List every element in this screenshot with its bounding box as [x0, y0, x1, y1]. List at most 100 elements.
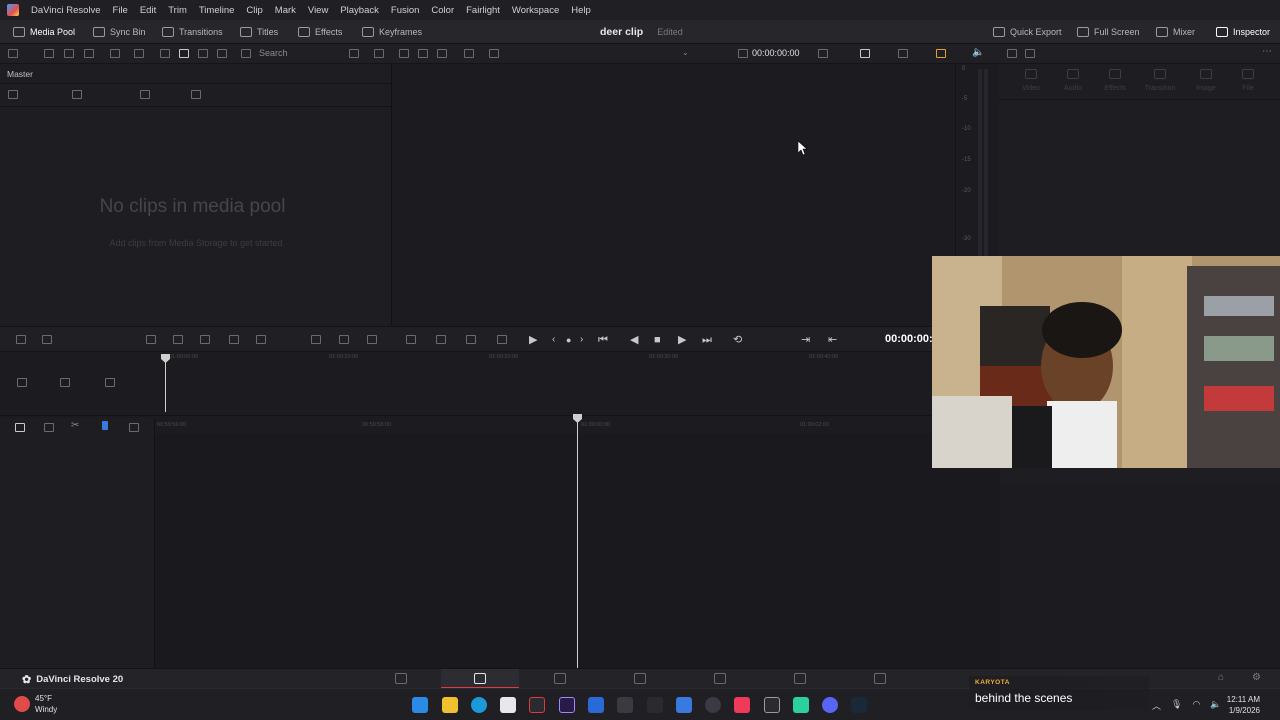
viewer-grid-icon[interactable]: [437, 49, 447, 58]
menu-help[interactable]: Help: [565, 5, 597, 16]
page-edit-icon[interactable]: [554, 673, 566, 684]
page-fairlight-icon[interactable]: [794, 673, 806, 684]
app-icon[interactable]: [676, 697, 692, 713]
timeline-options-icon[interactable]: [406, 335, 416, 344]
play-region-icon[interactable]: ▶: [529, 333, 537, 347]
upper-timeline[interactable]: [0, 364, 935, 416]
menu-timeline[interactable]: Timeline: [193, 5, 241, 16]
column-icon[interactable]: [8, 90, 18, 99]
app-icon[interactable]: [705, 697, 721, 713]
effects-button[interactable]: Effects: [298, 20, 342, 44]
source-overwrite-icon[interactable]: [367, 335, 377, 344]
grid-view-icon[interactable]: [179, 49, 189, 58]
wifi-icon[interactable]: ◠: [1192, 699, 1200, 712]
viewer-layout-icon[interactable]: [418, 49, 428, 58]
page-media-icon[interactable]: [395, 673, 407, 684]
inspector-split-icon[interactable]: [1025, 49, 1035, 58]
menu-trim[interactable]: Trim: [162, 5, 193, 16]
insert-clip-icon[interactable]: [146, 335, 156, 344]
menu-mark[interactable]: Mark: [269, 5, 302, 16]
app-icon[interactable]: [793, 697, 809, 713]
marker-view-icon[interactable]: [129, 423, 139, 432]
chevron-up-icon[interactable]: ︿: [1152, 699, 1161, 712]
timeline-view-icon[interactable]: [15, 423, 25, 432]
clip-icon[interactable]: [464, 49, 474, 58]
column-icon[interactable]: [140, 90, 150, 99]
menu-color[interactable]: Color: [425, 5, 460, 16]
speaker-icon[interactable]: 🔈: [972, 47, 984, 58]
monitor-icon[interactable]: [860, 49, 870, 58]
blade-icon[interactable]: [44, 423, 54, 432]
marker-icon[interactable]: ●: [566, 333, 571, 347]
steam-icon[interactable]: [851, 697, 867, 713]
clock[interactable]: 12:11 AM 1/9/2026: [1227, 694, 1260, 716]
settings-icon[interactable]: ⚙: [1252, 672, 1261, 683]
sync-icon[interactable]: [110, 49, 120, 58]
edge-icon[interactable]: [471, 697, 487, 713]
audio-waveform-icon[interactable]: [105, 378, 115, 387]
microphone-icon[interactable]: 🎙: [1171, 699, 1182, 712]
app-icon[interactable]: [647, 697, 663, 713]
play-reverse-icon[interactable]: ◀: [630, 333, 638, 347]
menu-playback[interactable]: Playback: [334, 5, 385, 16]
audio-trim-icon[interactable]: [436, 335, 446, 344]
previous-edit-icon[interactable]: ‹: [552, 333, 555, 347]
viewer-options-icon[interactable]: [818, 49, 828, 58]
loop-icon[interactable]: ⟲: [733, 333, 742, 347]
column-icon[interactable]: [72, 90, 82, 99]
music-icon[interactable]: [734, 697, 750, 713]
chevron-down-icon[interactable]: ⌄: [682, 48, 689, 57]
play-icon[interactable]: ▶: [678, 333, 686, 347]
panel-toggle-icon[interactable]: [8, 49, 18, 58]
place-on-top-icon[interactable]: [229, 335, 239, 344]
media-pool-button[interactable]: Media Pool: [13, 20, 75, 44]
track-height-icon[interactable]: [17, 378, 27, 387]
inspector-button[interactable]: Inspector: [1216, 20, 1270, 44]
mark-out-icon[interactable]: ⇤: [828, 333, 837, 347]
premiere-icon[interactable]: [559, 697, 575, 713]
next-edit-icon[interactable]: ›: [580, 333, 583, 347]
flag-icon[interactable]: [102, 421, 108, 430]
search-icon[interactable]: [241, 49, 251, 58]
store-icon[interactable]: [500, 697, 516, 713]
render-cache-icon[interactable]: [936, 49, 946, 58]
menu-fusion[interactable]: Fusion: [385, 5, 426, 16]
page-deliver-icon[interactable]: [874, 673, 886, 684]
upper-timeline-ruler[interactable]: 01:00:00:00 01:00:10:00 01:00:20:00 01:0…: [155, 352, 935, 364]
bin-icon[interactable]: [64, 49, 74, 58]
epic-games-icon[interactable]: [764, 697, 780, 713]
menu-fairlight[interactable]: Fairlight: [460, 5, 506, 16]
go-to-start-icon[interactable]: ⏮: [598, 333, 608, 347]
source-viewer[interactable]: [393, 64, 955, 326]
close-up-icon[interactable]: [339, 335, 349, 344]
lower-timeline-ruler[interactable]: 00:59:56:00 00:59:58:00 01:00:00:00 01:0…: [155, 418, 935, 434]
inspector-video-icon[interactable]: [1007, 49, 1017, 58]
overwrite-clip-icon[interactable]: [173, 335, 183, 344]
more-options-icon[interactable]: ⋯: [1262, 46, 1272, 57]
bin-master[interactable]: Master: [7, 69, 33, 79]
sync-bin-button[interactable]: Sync Bin: [93, 20, 146, 44]
thumbnail-view-icon[interactable]: [160, 49, 170, 58]
tab-image[interactable]: Image: [1188, 69, 1224, 92]
tab-transition[interactable]: Transition: [1142, 69, 1178, 92]
discord-icon[interactable]: [822, 697, 838, 713]
outlook-icon[interactable]: [588, 697, 604, 713]
append-icon[interactable]: [256, 335, 266, 344]
mixer-button[interactable]: Mixer: [1156, 20, 1195, 44]
transitions-button[interactable]: Transitions: [162, 20, 223, 44]
search-input[interactable]: Search: [259, 48, 288, 58]
home-icon[interactable]: ⌂: [1218, 672, 1224, 683]
tab-audio[interactable]: Audio: [1055, 69, 1091, 92]
app-icon[interactable]: [529, 697, 545, 713]
audio-sync-icon[interactable]: [898, 49, 908, 58]
titles-button[interactable]: Titles: [240, 20, 278, 44]
smart-reframe-icon[interactable]: [466, 335, 476, 344]
column-icon[interactable]: [191, 90, 201, 99]
page-fusion-icon[interactable]: [634, 673, 646, 684]
tab-file[interactable]: File: [1230, 69, 1266, 92]
filmstrip-view-icon[interactable]: [198, 49, 208, 58]
tab-video[interactable]: Video: [1013, 69, 1049, 92]
menu-workspace[interactable]: Workspace: [506, 5, 565, 16]
page-cut-icon[interactable]: [474, 673, 486, 684]
mark-in-icon[interactable]: ⇥: [801, 333, 810, 347]
